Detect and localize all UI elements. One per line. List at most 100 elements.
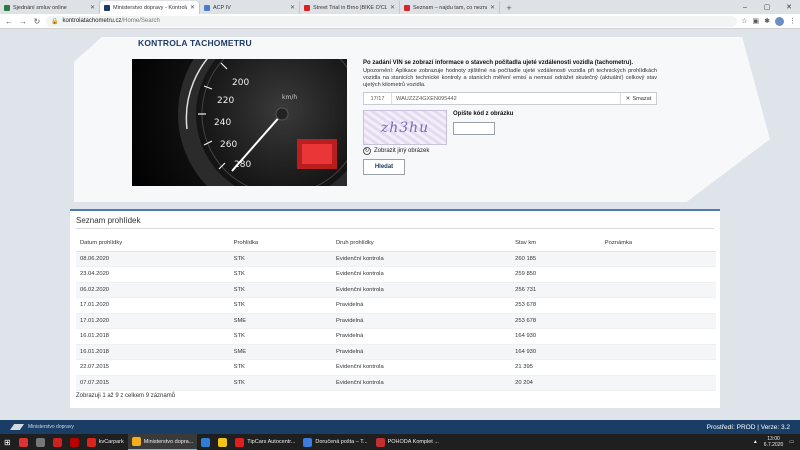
captcha-input[interactable] [453, 122, 495, 135]
table-cell: Evidenční kontrola [331, 266, 512, 283]
search-button[interactable]: Hledat [363, 159, 405, 175]
taskbar-app[interactable]: Ministerstvo dopra... [127, 434, 198, 450]
reload-captcha-link[interactable]: ↻ Zobrazit jiný obrázek [363, 147, 429, 155]
table-cell: Evidenční kontrola [331, 359, 512, 376]
taskbar-app[interactable] [49, 434, 66, 450]
table-row: 23.04.2020 STK Evidenční kontrola 259 850 [76, 266, 716, 283]
close-icon: ✕ [625, 95, 631, 102]
taskbar-app[interactable]: Doručená pošta – T... [299, 434, 371, 450]
column-header[interactable]: Prohlídka [229, 235, 332, 252]
browser-tab[interactable]: ACP IV ✕ [200, 1, 300, 14]
forward-arrow-icon[interactable]: → [18, 16, 28, 26]
refresh-icon: ↻ [363, 147, 371, 155]
extension-icon[interactable]: ▣ [753, 17, 760, 25]
taskbar-app[interactable]: TipCars Autocentr... [231, 434, 299, 450]
taskbar-app[interactable] [197, 434, 214, 450]
table-info: Zobrazuji 1 až 9 z celkem 9 záznamů [76, 393, 176, 399]
table-cell [600, 266, 716, 283]
notification-icon[interactable]: ▭ [789, 439, 794, 445]
column-header[interactable]: Stav km [511, 235, 601, 252]
table-cell: STK [229, 359, 332, 376]
app-icon [218, 437, 228, 447]
tab-close-icon[interactable]: ✕ [190, 4, 195, 11]
tab-title: Sjednání smluv online [13, 4, 67, 11]
table-cell: 253 678 [511, 313, 601, 329]
vin-char-counter: 17/17 [364, 93, 392, 104]
table-row: 16.01.2018 SME Pravidelná 164 930 [76, 344, 716, 360]
table-row: 17.01.2020 SME Pravidelná 253 678 [76, 313, 716, 329]
menu-icon[interactable]: ⋮ [789, 17, 796, 25]
browser-tab[interactable]: Sjednání smluv online ✕ [0, 1, 100, 14]
back-arrow-icon[interactable]: ← [4, 16, 14, 26]
tab-title: Seznam – najdu tam, co neznám [413, 4, 487, 11]
column-header[interactable]: Datum prohlídky [76, 235, 230, 252]
table-row: 07.07.2015 STK Evidenční kontrola 20 204 [76, 375, 716, 391]
tab-title: Ministerstvo dopravy - Kontrola [113, 4, 187, 11]
clock-date: 6.7.2020 [763, 442, 784, 448]
app-icon [303, 437, 313, 447]
window-controls: – ▢ ✕ [734, 0, 800, 14]
table-cell: 06.02.2020 [76, 282, 230, 298]
table-cell: 20 204 [511, 375, 601, 391]
table-cell: 17.01.2020 [76, 297, 230, 314]
clock[interactable]: 13:00 6.7.2020 [764, 436, 783, 448]
start-button[interactable]: ⊞ [0, 434, 15, 450]
table-row: 22.07.2015 STK Evidenční kontrola 21 395 [76, 359, 716, 376]
tab-favicon-icon [304, 4, 310, 11]
browser-tab[interactable]: Street Trial in Brno |BIKE O'CLOCK✕ [300, 1, 400, 14]
windows-icon: ⊞ [4, 437, 11, 447]
app-icon [375, 437, 385, 447]
captcha-image: zh3hu [363, 110, 447, 145]
taskbar-app[interactable]: kvCarpark [83, 434, 128, 450]
taskbar-app[interactable] [15, 434, 32, 450]
address-bar[interactable]: 🔒 kontrolatachometru.cz/Home/Search [46, 15, 738, 27]
table-cell: 259 850 [511, 266, 601, 283]
reload-icon[interactable]: ↻ [32, 16, 42, 26]
column-header[interactable]: Druh prohlídky [331, 235, 512, 252]
column-header[interactable]: Poznámka [600, 235, 716, 252]
table-cell: 16.01.2018 [76, 328, 230, 345]
table-cell: 253 678 [511, 297, 601, 314]
star-icon[interactable]: ☆ [741, 17, 747, 25]
tab-close-icon[interactable]: ✕ [390, 4, 395, 11]
new-tab-button[interactable]: + [503, 2, 515, 14]
browser-tab[interactable]: Ministerstvo dopravy - Kontrola ✕ [100, 1, 200, 14]
tab-favicon-icon [204, 4, 210, 11]
table-row: 08.06.2020 STK Evidenční kontrola 260 185 [76, 251, 716, 267]
taskbar: ⊞ kvCarpark Ministerstvo dopra... TipCars … [0, 434, 800, 450]
ministry-logo-icon [10, 424, 24, 430]
taskbar-app[interactable]: POHODA Komplet ... [372, 434, 443, 450]
table-cell: 256 731 [511, 282, 601, 298]
table-cell: Pravidelná [331, 328, 512, 345]
table-cell: 260 185 [511, 251, 601, 267]
vin-input[interactable] [392, 95, 620, 102]
profile-avatar[interactable] [775, 16, 784, 26]
taskbar-app[interactable] [66, 434, 83, 450]
table-cell [600, 328, 716, 345]
taskbar-app[interactable] [214, 434, 231, 450]
tab-close-icon[interactable]: ✕ [90, 4, 95, 11]
table-cell: Pravidelná [331, 297, 512, 314]
clear-button[interactable]: ✕ Smazat [620, 93, 656, 104]
app-status-bar: Ministerstvo dopravy Prostředí: PROD | V… [0, 420, 800, 434]
taskbar-app[interactable] [32, 434, 49, 450]
table-cell [600, 297, 716, 314]
tab-close-icon[interactable]: ✕ [290, 4, 295, 11]
tab-close-icon[interactable]: ✕ [490, 4, 495, 11]
taskbar-app-label: TipCars Autocentr... [247, 439, 296, 445]
table-cell: 17.01.2020 [76, 313, 230, 329]
network-icon[interactable]: ▲ [753, 439, 758, 445]
table-cell: 16.01.2018 [76, 344, 230, 360]
tab-favicon-icon [4, 4, 10, 11]
minimize-button[interactable]: – [734, 0, 756, 14]
description-title: Po zadání VIN se zobrazí informace o sta… [363, 60, 634, 66]
puzzle-icon[interactable]: ✱ [764, 17, 770, 25]
browser-toolbar: ← → ↻ 🔒 kontrolatachometru.cz/Home/Searc… [0, 14, 800, 29]
table-cell: Pravidelná [331, 313, 512, 329]
maximize-button[interactable]: ▢ [756, 0, 778, 14]
browser-tab[interactable]: Seznam – najdu tam, co neznám ✕ [400, 1, 500, 14]
tab-title: Street Trial in Brno |BIKE O'CLOCK [313, 4, 387, 11]
close-window-button[interactable]: ✕ [778, 0, 800, 14]
table-cell [600, 375, 716, 391]
table-cell: Evidenční kontrola [331, 375, 512, 391]
